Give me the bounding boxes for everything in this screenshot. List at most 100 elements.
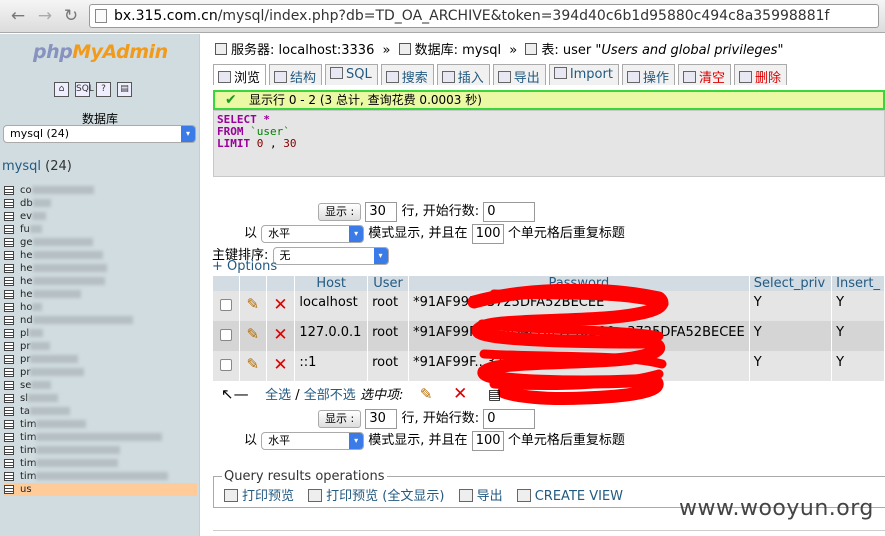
tab-item[interactable]: 删除 — [734, 64, 788, 86]
sql-query-icon[interactable]: SQL — [75, 82, 94, 97]
display-mode-select[interactable]: 水平 ▾ — [261, 224, 365, 243]
sidebar-table-item[interactable]: co — [4, 184, 197, 197]
docs-icon[interactable]: ▤ — [117, 82, 132, 97]
sidebar-table-item[interactable]: he — [4, 262, 197, 275]
column-header[interactable]: Password — [408, 276, 750, 291]
table-icon[interactable] — [4, 290, 14, 299]
table-icon[interactable] — [4, 199, 14, 208]
sidebar-table-item[interactable]: tim — [4, 457, 197, 470]
table-icon[interactable] — [4, 264, 14, 273]
table-icon[interactable] — [4, 303, 14, 312]
delete-x-icon[interactable]: ✕ — [453, 384, 467, 404]
start-input[interactable]: 0 — [483, 408, 536, 429]
edit-pencil-icon[interactable]: ✎ — [246, 295, 259, 313]
reload-icon[interactable]: ↻ — [61, 5, 81, 27]
sidebar-table-item[interactable]: tim — [4, 470, 197, 483]
tab-item[interactable]: 操作 — [621, 64, 675, 86]
table-icon[interactable] — [4, 329, 14, 338]
show-button[interactable]: 显示 : — [318, 202, 362, 221]
table-icon[interactable] — [4, 485, 14, 494]
table-icon[interactable] — [4, 342, 14, 351]
sidebar-table-item[interactable]: tim — [4, 418, 197, 431]
table-icon[interactable] — [4, 472, 14, 481]
table-icon[interactable] — [4, 433, 14, 442]
table-icon[interactable] — [4, 238, 14, 247]
sidebar-table-item[interactable]: db — [4, 197, 197, 210]
sidebar-table-item[interactable]: pr — [4, 353, 197, 366]
table-icon[interactable] — [4, 407, 14, 416]
delete-x-icon[interactable]: ✕ — [273, 355, 287, 375]
address-bar[interactable]: bx.315.com.cn/mysql/index.php?db=TD_OA_A… — [89, 4, 879, 28]
home-icon[interactable]: ⌂ — [54, 82, 69, 97]
repeat-input[interactable]: 100 — [471, 223, 504, 244]
sidebar-table-item[interactable]: ho — [4, 301, 197, 314]
repeat-input[interactable]: 100 — [471, 430, 504, 451]
sidebar-table-item[interactable]: us — [4, 483, 197, 496]
export-link[interactable]: 导出 — [477, 489, 503, 504]
delete-x-icon[interactable]: ✕ — [273, 325, 287, 345]
server-link[interactable]: localhost:3336 — [279, 43, 375, 58]
column-header[interactable]: Select_priv — [749, 276, 833, 291]
sidebar-table-item[interactable]: he — [4, 249, 197, 262]
sidebar-table-item[interactable]: tim — [4, 431, 197, 444]
sidebar-table-item[interactable]: nd — [4, 314, 197, 327]
row-checkbox[interactable] — [219, 329, 232, 341]
rows-input[interactable]: 30 — [365, 201, 398, 222]
row-checkbox[interactable] — [219, 299, 232, 311]
row-checkbox[interactable] — [219, 359, 232, 371]
database-link[interactable]: mysql — [462, 43, 501, 58]
sidebar-table-item[interactable]: pr — [4, 340, 197, 353]
table-icon[interactable] — [4, 394, 14, 403]
sort-select[interactable]: 无 ▾ — [272, 246, 389, 265]
sidebar-table-item[interactable]: se — [4, 379, 197, 392]
table-icon[interactable] — [4, 316, 14, 325]
table-icon[interactable] — [4, 420, 14, 429]
table-icon[interactable] — [4, 251, 14, 260]
column-header[interactable]: Host — [294, 276, 369, 291]
table-icon[interactable] — [4, 186, 14, 195]
tab-item[interactable]: 搜索 — [380, 64, 434, 86]
back-arrow-icon[interactable]: ← — [8, 5, 28, 27]
export-icon[interactable]: ▤ — [488, 387, 501, 403]
show-button[interactable]: 显示 : — [318, 409, 362, 428]
table-icon[interactable] — [4, 277, 14, 286]
print-preview-full-link[interactable]: 打印预览 (全文显示) — [326, 489, 444, 504]
sidebar-table-item[interactable]: sl — [4, 392, 197, 405]
sidebar-table-item[interactable]: pl — [4, 327, 197, 340]
sidebar-table-item[interactable]: ta — [4, 405, 197, 418]
forward-arrow-icon[interactable]: → — [35, 5, 55, 27]
help-icon[interactable]: ? — [96, 82, 111, 97]
uncheck-all-link[interactable]: 全部不选 — [304, 388, 356, 403]
table-icon[interactable] — [4, 446, 14, 455]
start-input[interactable]: 0 — [483, 201, 536, 222]
table-icon[interactable] — [4, 459, 14, 468]
tab-item[interactable]: 清空 — [677, 64, 731, 86]
sidebar-table-item[interactable]: ev — [4, 210, 197, 223]
check-all-link[interactable]: 全选 — [265, 388, 291, 403]
print-preview-link[interactable]: 打印预览 — [242, 489, 294, 504]
tab-item[interactable]: 浏览 — [213, 64, 267, 86]
tab-item[interactable]: SQL — [325, 64, 378, 85]
sidebar-table-item[interactable]: he — [4, 288, 197, 301]
sidebar-table-item[interactable]: fu — [4, 223, 197, 236]
database-select[interactable]: mysql (24) ▾ — [3, 125, 196, 143]
sidebar-table-item[interactable]: ge — [4, 236, 197, 249]
sidebar-table-item[interactable]: pr — [4, 366, 197, 379]
tab-item[interactable]: 插入 — [436, 64, 490, 86]
phpmyadmin-logo[interactable]: phpMyAdmin — [33, 41, 168, 63]
tab-item[interactable]: 结构 — [269, 64, 323, 86]
sidebar-table-item[interactable]: tim — [4, 444, 197, 457]
table-icon[interactable] — [4, 368, 14, 377]
table-icon[interactable] — [4, 225, 14, 234]
edit-pencil-icon[interactable]: ✎ — [420, 385, 433, 403]
edit-pencil-icon[interactable]: ✎ — [246, 325, 259, 343]
edit-pencil-icon[interactable]: ✎ — [246, 355, 259, 373]
options-link[interactable]: + Options — [212, 259, 277, 274]
table-icon[interactable] — [4, 355, 14, 364]
delete-x-icon[interactable]: ✕ — [273, 295, 287, 315]
display-mode-select[interactable]: 水平 ▾ — [261, 431, 365, 450]
table-icon[interactable] — [4, 381, 14, 390]
database-title[interactable]: mysql (24) — [2, 159, 72, 174]
rows-input[interactable]: 30 — [365, 408, 398, 429]
table-icon[interactable] — [4, 212, 14, 221]
